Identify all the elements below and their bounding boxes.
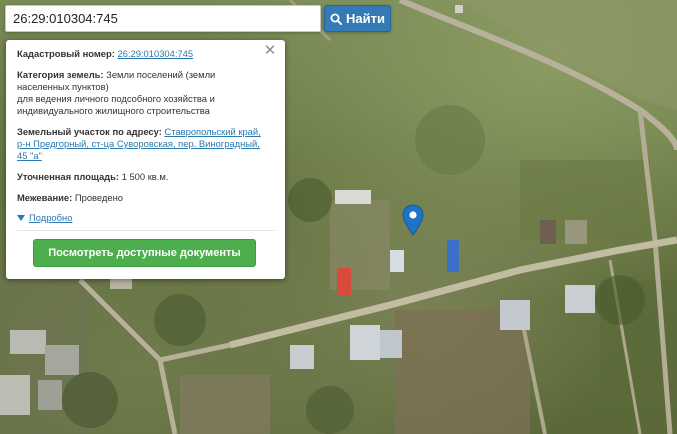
details-link[interactable]: Подробно bbox=[29, 212, 72, 224]
survey-row: Межевание: Проведено bbox=[17, 192, 275, 204]
survey-label: Межевание: bbox=[17, 192, 73, 203]
parcel-info-popup: ✕ Кадастровый номер: 26:29:010304:745 Ка… bbox=[6, 40, 285, 279]
permitted-use-line2: индивидуального жилищного строительства bbox=[17, 105, 210, 116]
address-row: Земельный участок по адресу: Ставропольс… bbox=[17, 126, 275, 162]
cadastral-search-input[interactable]: 26:29:010304:745 bbox=[5, 5, 321, 32]
land-category-row: Категория земель: Земли поселений (земли… bbox=[17, 69, 275, 117]
cadastral-number-row: Кадастровый номер: 26:29:010304:745 bbox=[17, 48, 275, 60]
triangle-down-icon bbox=[17, 215, 25, 221]
search-button-label: Найти bbox=[346, 11, 385, 26]
view-documents-button[interactable]: Посмотреть доступные документы bbox=[33, 239, 256, 267]
details-toggle[interactable]: Подробно bbox=[17, 212, 275, 224]
cadastral-number-label: Кадастровый номер: bbox=[17, 48, 115, 59]
land-category-value-line1: Земли поселений (земли bbox=[106, 69, 216, 80]
survey-value: Проведено bbox=[74, 192, 123, 203]
map-pin-icon[interactable] bbox=[402, 204, 424, 236]
address-link-line2[interactable]: р-н Предгорный, ст-ца Суворовская, пер. … bbox=[17, 138, 260, 149]
area-label: Уточненная площадь: bbox=[17, 171, 120, 182]
cadastral-number-link[interactable]: 26:29:010304:745 bbox=[117, 48, 193, 59]
divider bbox=[17, 230, 275, 231]
area-value: 1 500 кв.м. bbox=[121, 171, 169, 182]
land-category-label: Категория земель: bbox=[17, 69, 104, 80]
address-link-line1[interactable]: Ставропольский край, bbox=[164, 126, 260, 137]
address-link-line3[interactable]: 45 "а" bbox=[17, 150, 42, 161]
address-label: Земельный участок по адресу: bbox=[17, 126, 162, 137]
permitted-use-line1: для ведения личного подсобного хозяйства… bbox=[17, 93, 215, 104]
search-button[interactable]: Найти bbox=[324, 5, 391, 32]
area-row: Уточненная площадь: 1 500 кв.м. bbox=[17, 171, 275, 183]
magnifier-icon bbox=[330, 13, 343, 25]
close-icon[interactable]: ✕ bbox=[263, 43, 277, 58]
land-category-value-line2: населенных пунктов) bbox=[17, 81, 109, 92]
